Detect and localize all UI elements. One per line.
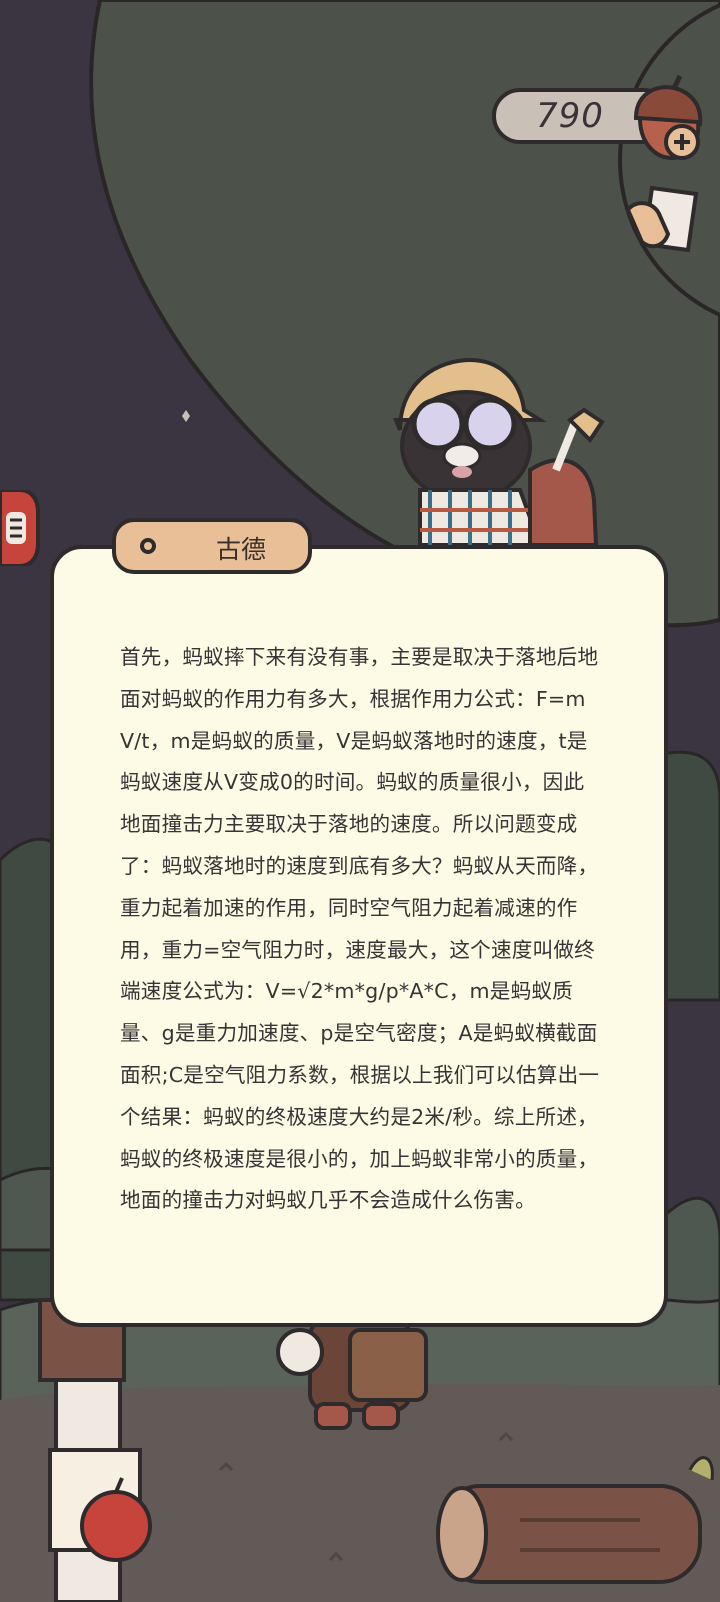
dialog-text: 首先，蚂蚁摔下来有没有事，主要是取决于落地后地面对蚂蚁的作用力有多大，根据作用力… xyxy=(120,645,600,1213)
currency-value: 790 xyxy=(536,96,604,136)
speaker-name: 古德 xyxy=(215,535,266,564)
acorn-plus-icon[interactable] xyxy=(626,74,710,164)
side-menu-icon[interactable] xyxy=(0,490,40,566)
paper-note-icon[interactable] xyxy=(624,180,704,260)
speaker-name-tag: 古德 xyxy=(112,518,312,574)
dialog-box[interactable]: 首先，蚂蚁摔下来有没有事，主要是取决于落地后地面对蚂蚁的作用力有多大，根据作用力… xyxy=(50,545,668,1327)
name-tag-dot-icon xyxy=(140,538,156,554)
